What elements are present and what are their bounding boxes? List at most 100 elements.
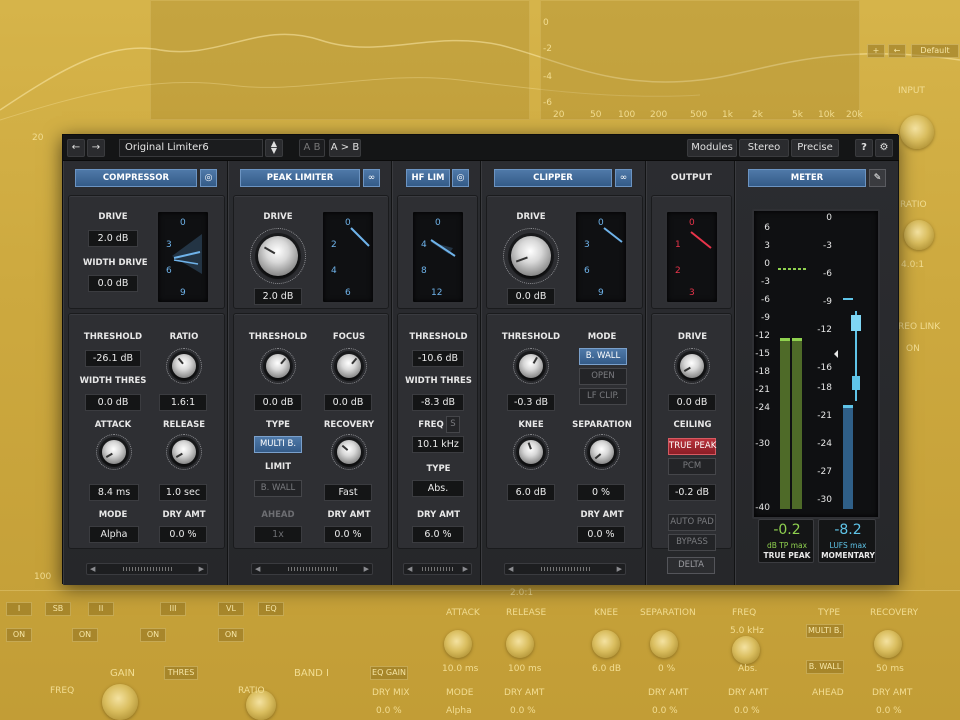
hf-limiter-freq-value[interactable]: 10.1 kHz bbox=[412, 436, 464, 453]
ab-toggle-button[interactable]: A B bbox=[299, 139, 325, 157]
clipper-knee-value[interactable]: 6.0 dB bbox=[507, 484, 555, 501]
compressor-mode-value[interactable]: Alpha bbox=[89, 526, 139, 543]
arrow-right-icon: → bbox=[91, 142, 101, 153]
peak-limiter-title-button[interactable]: PEAK LIMITER bbox=[240, 169, 360, 187]
hf-limiter-module-scrollbar[interactable]: ◀ ▶ bbox=[403, 563, 472, 575]
output-pcm-button[interactable]: PCM bbox=[668, 458, 716, 475]
compressor-title-button[interactable]: COMPRESSOR bbox=[75, 169, 197, 187]
clipper-link-button[interactable]: ∞ bbox=[615, 169, 632, 187]
peak-limiter-limit-bwall-button[interactable]: B. WALL bbox=[254, 480, 302, 497]
output-bypass-button[interactable]: BYPASS bbox=[668, 534, 716, 551]
hf-limiter-width-thres-value[interactable]: -8.3 dB bbox=[412, 394, 464, 411]
compressor-release-knob[interactable] bbox=[172, 440, 196, 464]
peak-limiter-link-button[interactable]: ∞ bbox=[363, 169, 380, 187]
output-ceiling-value[interactable]: -0.2 dB bbox=[668, 484, 716, 501]
hf-limiter-freq-s-button[interactable]: S bbox=[446, 416, 460, 433]
clipper-knee-knob[interactable] bbox=[519, 440, 543, 464]
compressor-threshold-value[interactable]: -26.1 dB bbox=[85, 350, 141, 367]
peak-limiter-threshold-value[interactable]: 0.0 dB bbox=[254, 394, 302, 411]
peak-limiter-ahead-value[interactable]: 1x bbox=[254, 526, 302, 543]
output-auto-pad-button[interactable]: AUTO PAD bbox=[668, 514, 716, 531]
output-drive-knob[interactable] bbox=[680, 354, 704, 378]
scroll-grip[interactable] bbox=[123, 567, 173, 571]
preset-name-field[interactable]: Original Limiter6 bbox=[119, 139, 263, 157]
undo-button[interactable]: ← bbox=[67, 139, 85, 157]
scroll-grip[interactable] bbox=[541, 567, 591, 571]
knob-pointer bbox=[515, 256, 528, 263]
clipper-mode-lfclip-button[interactable]: LF CLIP. bbox=[579, 388, 627, 405]
peak-limiter-dry-amt-value[interactable]: 0.0 % bbox=[324, 526, 372, 543]
bg-knob bbox=[102, 684, 138, 720]
bg-bwall: B. WALL bbox=[806, 660, 844, 674]
redo-button[interactable]: → bbox=[87, 139, 105, 157]
scroll-grip[interactable] bbox=[422, 567, 454, 571]
compressor-width-drive-value[interactable]: 0.0 dB bbox=[88, 275, 138, 292]
clipper-separation-value[interactable]: 0 % bbox=[577, 484, 625, 501]
compressor-module-scrollbar[interactable]: ◀ ▶ bbox=[86, 563, 208, 575]
peak-limiter-threshold-knob[interactable] bbox=[266, 354, 290, 378]
peak-limiter-module: PEAK LIMITER ∞ DRIVE 2.0 dB 0 2 4 6 THRE… bbox=[228, 161, 392, 585]
bg-knob bbox=[904, 220, 934, 250]
peak-limiter-recovery-value[interactable]: Fast bbox=[324, 484, 372, 501]
compressor-width-thres-value[interactable]: 0.0 dB bbox=[85, 394, 141, 411]
peak-limiter-module-scrollbar[interactable]: ◀ ▶ bbox=[251, 563, 373, 575]
peak-limiter-drive-knob[interactable] bbox=[258, 236, 298, 276]
output-true-peak-button[interactable]: TRUE PEAK bbox=[668, 438, 716, 455]
clipper-drive-section: DRIVE 0.0 dB 0 3 6 9 bbox=[486, 195, 643, 309]
scroll-grip[interactable] bbox=[288, 567, 338, 571]
peak-limiter-drive-value[interactable]: 2.0 dB bbox=[254, 288, 302, 305]
meter-settings-button[interactable]: ✎ bbox=[869, 169, 886, 187]
compressor-attack-knob[interactable] bbox=[102, 440, 126, 464]
precise-button[interactable]: Precise bbox=[791, 139, 839, 157]
peak-limiter-type-multiband-button[interactable]: MULTI B. bbox=[254, 436, 302, 453]
compressor-dry-amt-value[interactable]: 0.0 % bbox=[159, 526, 207, 543]
compressor-module: COMPRESSOR ◎ DRIVE 2.0 dB WIDTH DRIVE 0.… bbox=[63, 161, 228, 585]
hf-limiter-stereo-link-button[interactable]: ◎ bbox=[452, 169, 469, 187]
hf-limiter-threshold-value[interactable]: -10.6 dB bbox=[412, 350, 464, 367]
help-button[interactable]: ? bbox=[855, 139, 873, 157]
hf-limiter-type-value[interactable]: Abs. bbox=[412, 480, 464, 497]
compressor-drive-value[interactable]: 2.0 dB bbox=[88, 230, 138, 247]
settings-button[interactable]: ⚙ bbox=[875, 139, 893, 157]
output-drive-value[interactable]: 0.0 dB bbox=[668, 394, 716, 411]
bg-input-label: INPUT bbox=[898, 86, 925, 96]
bg-freq-50: 50 bbox=[590, 110, 602, 120]
compressor-ratio-knob[interactable] bbox=[172, 354, 196, 378]
bg-knob bbox=[732, 636, 760, 664]
clipper-mode-open-button[interactable]: OPEN bbox=[579, 368, 627, 385]
clipper-drive-value[interactable]: 0.0 dB bbox=[507, 288, 555, 305]
stereo-button[interactable]: Stereo bbox=[739, 139, 789, 157]
knob-pointer bbox=[683, 366, 692, 372]
clipper-title-button[interactable]: CLIPPER bbox=[494, 169, 612, 187]
copy-a-to-b-button[interactable]: A > B bbox=[329, 139, 361, 157]
hf-limiter-dry-amt-value[interactable]: 6.0 % bbox=[412, 526, 464, 543]
true-peak-readout[interactable]: -0.2 dB TP max TRUE PEAK bbox=[758, 519, 814, 563]
hf-limiter-title-button[interactable]: HF LIM bbox=[406, 169, 450, 187]
scroll-left-icon: ◀ bbox=[407, 565, 413, 573]
peak-limiter-focus-value[interactable]: 0.0 dB bbox=[324, 394, 372, 411]
clipper-threshold-knob[interactable] bbox=[519, 354, 543, 378]
compressor-stereo-link-button[interactable]: ◎ bbox=[200, 169, 217, 187]
compressor-release-value[interactable]: 1.0 sec bbox=[159, 484, 207, 501]
lufs-readout[interactable]: -8.2 LUFS max MOMENTARY bbox=[818, 519, 876, 563]
compressor-drive-label: DRIVE bbox=[98, 212, 128, 222]
bg-mode: MODE bbox=[446, 688, 474, 698]
stereo-link-icon: ◎ bbox=[456, 173, 465, 183]
clipper-mode-bwall-button[interactable]: B. WALL bbox=[579, 348, 627, 365]
compressor-attack-value[interactable]: 8.4 ms bbox=[89, 484, 139, 501]
clipper-module-scrollbar[interactable]: ◀ ▶ bbox=[504, 563, 626, 575]
peak-limiter-recovery-knob[interactable] bbox=[337, 440, 361, 464]
compressor-ratio-value[interactable]: 1.6:1 bbox=[159, 394, 207, 411]
output-gauge-section: 0 1 2 3 bbox=[651, 195, 732, 309]
clipper-dry-amt-value[interactable]: 0.0 % bbox=[577, 526, 625, 543]
bg-freq-500: 500 bbox=[690, 110, 708, 120]
modules-button[interactable]: Modules bbox=[687, 139, 737, 157]
clipper-drive-knob[interactable] bbox=[511, 236, 551, 276]
peak-limiter-focus-knob[interactable] bbox=[337, 354, 361, 378]
meter-title-button[interactable]: METER bbox=[748, 169, 866, 187]
bg-db-4: -4 bbox=[543, 72, 552, 82]
output-delta-button[interactable]: DELTA bbox=[667, 557, 715, 574]
clipper-threshold-value[interactable]: -0.3 dB bbox=[507, 394, 555, 411]
preset-stepper[interactable]: ▲ ▼ bbox=[265, 139, 283, 157]
clipper-separation-knob[interactable] bbox=[590, 440, 614, 464]
